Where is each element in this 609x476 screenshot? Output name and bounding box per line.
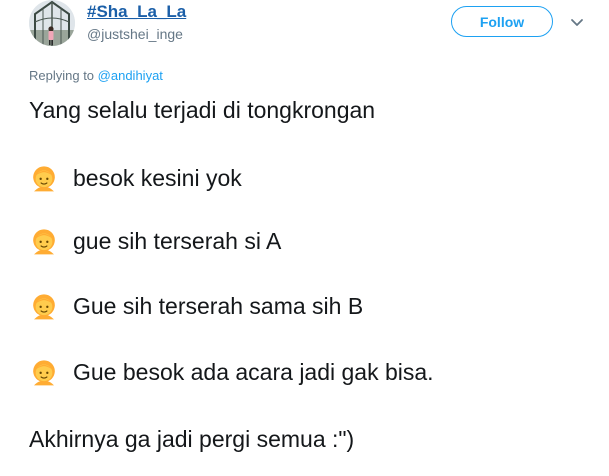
dialogue-line: besok kesini yok [29, 162, 242, 194]
dialogue-text: gue sih terserah si A [73, 228, 282, 254]
reply-mention-link[interactable]: @andihiyat [98, 68, 163, 83]
author-display-name[interactable]: #Sha_La_La [87, 2, 186, 22]
dialogue-line: Gue besok ada acara jadi gak bisa. [29, 356, 434, 388]
follow-button[interactable]: Follow [451, 6, 553, 37]
replying-to-line: Replying to @andihiyat [29, 68, 163, 83]
person-emoji-icon [33, 360, 55, 386]
person-emoji-icon [33, 166, 55, 192]
dialogue-text: besok kesini yok [73, 165, 242, 191]
tweet-outro-text: Akhirnya ga jadi pergi semua :") [29, 426, 355, 452]
person-emoji-icon [33, 229, 55, 255]
avatar[interactable] [29, 0, 75, 46]
dialogue-text: Gue sih terserah sama sih B [73, 293, 364, 319]
chevron-down-icon[interactable] [569, 14, 585, 30]
person-emoji-icon [33, 294, 55, 320]
tweet-card: #Sha_La_La @justshei_inge Follow Replyin… [0, 0, 609, 476]
tweet-intro-text: Yang selalu terjadi di tongkrongan [29, 97, 376, 123]
dialogue-text: Gue besok ada acara jadi gak bisa. [73, 359, 434, 385]
author-handle[interactable]: @justshei_inge [87, 26, 183, 42]
dialogue-line: Gue sih terserah sama sih B [29, 290, 363, 322]
dialogue-line: gue sih terserah si A [29, 225, 281, 257]
replying-to-label: Replying to [29, 68, 95, 83]
profile-photo-icon [29, 0, 75, 46]
